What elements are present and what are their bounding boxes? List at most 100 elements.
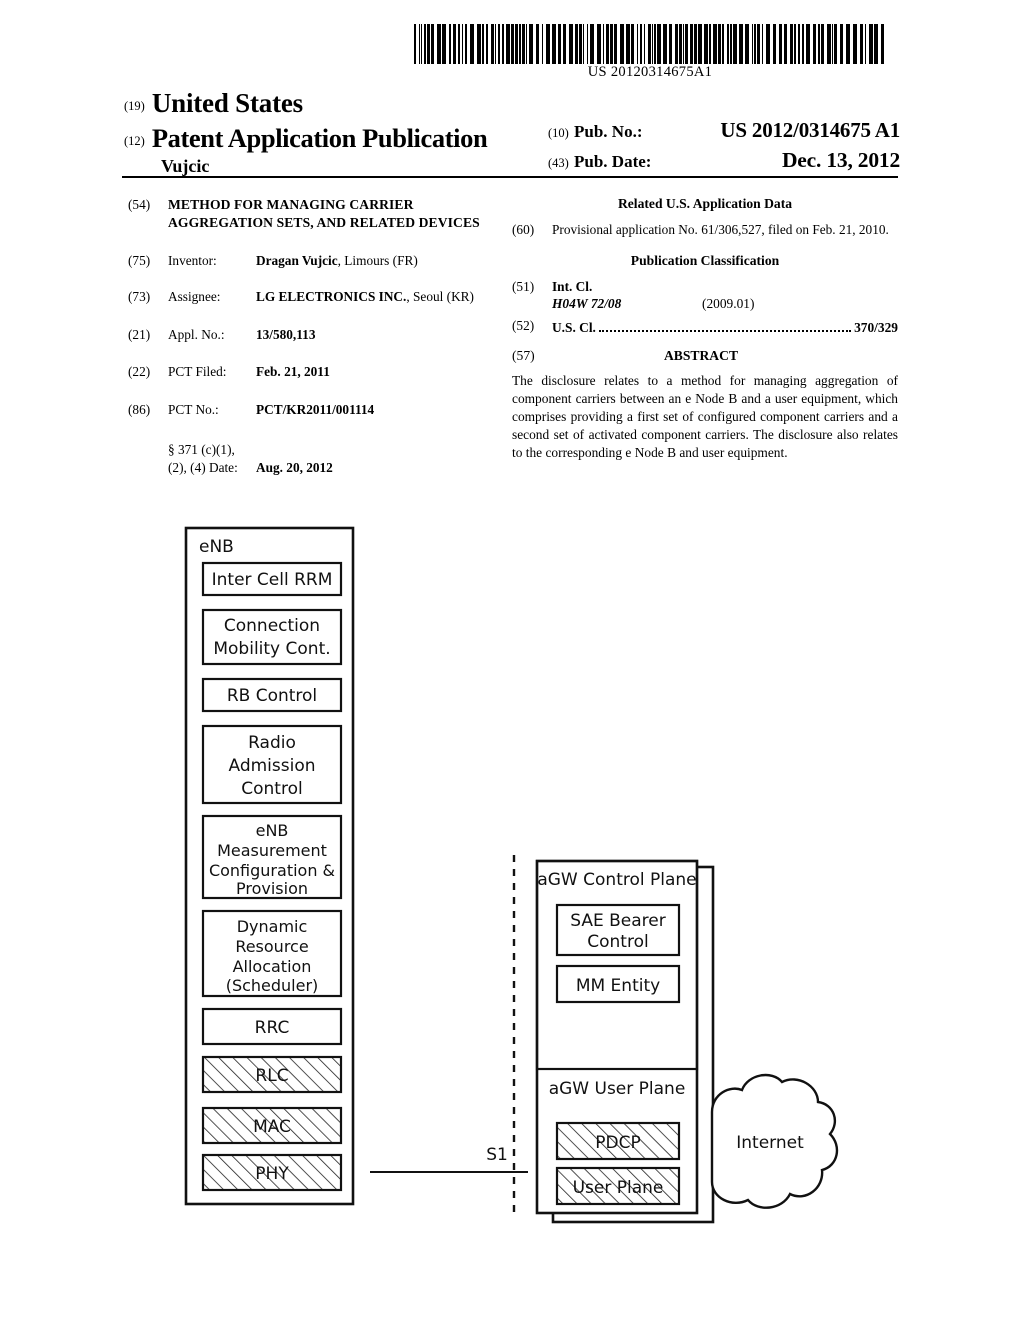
appl-no-value: 13/580,113	[256, 326, 316, 342]
assignee-tag: (73)	[128, 288, 151, 304]
provisional-row: (60) Provisional application No. 61/306,…	[512, 221, 898, 239]
us-cl-tag: (52)	[512, 317, 535, 333]
bibliographic-left-column: (54) METHOD FOR MANAGING CARRIER AGGREGA…	[128, 196, 496, 487]
doctype-line: (12) Patent Application Publication	[124, 123, 544, 154]
country-line: (19) United States	[124, 88, 544, 119]
enb-block-label-3b: Admission	[228, 756, 315, 776]
classification-heading: Publication Classification	[630, 252, 780, 268]
agw-block-label-1: MM Entity	[576, 976, 660, 996]
tag-19: (19)	[124, 99, 145, 113]
pct-no-tag: (86)	[128, 401, 151, 417]
section-371-date: Aug. 20, 2012	[256, 459, 333, 475]
enb-label: eNB	[199, 537, 234, 557]
inventor-label: Inventor:	[168, 253, 217, 269]
us-cl-leader-dots	[598, 322, 852, 332]
barcode	[414, 24, 886, 64]
tag-10: (10)	[548, 126, 569, 140]
publication-header-right: (10) Pub. No.: US 2012/0314675 A1 (43) P…	[548, 118, 900, 178]
enb-block-label-0: Inter Cell RRM	[212, 570, 333, 590]
int-cl-code: H04W 72/08	[552, 296, 622, 312]
invention-title: METHOD FOR MANAGING CARRIER AGGREGATION …	[168, 197, 480, 231]
invention-title-row: (54) METHOD FOR MANAGING CARRIER AGGREGA…	[128, 196, 496, 232]
enb-block-label-1b: Mobility Cont.	[213, 639, 330, 659]
barcode-svg	[414, 24, 884, 64]
int-cl-label: Int. Cl.	[552, 278, 593, 294]
pub-date-value: Dec. 13, 2012	[781, 148, 900, 172]
patent-front-page: US 20120314675A1 (19) United States (12) P…	[0, 0, 1024, 1320]
header-divider	[122, 176, 898, 178]
appl-no-label: Appl. No.:	[168, 326, 225, 342]
enb-block-label-3c: Control	[241, 779, 302, 799]
provisional-tag: (60)	[512, 222, 535, 237]
assignee-bold: LG ELECTRONICS INC.	[256, 288, 407, 304]
pub-date-label: Pub. Date:	[574, 152, 652, 171]
enb-block-label-6: RRC	[255, 1018, 290, 1038]
enb-block-label-5d: (Scheduler)	[226, 976, 319, 995]
enb-block-label-4c: Configuration &	[209, 861, 335, 880]
pub-date-row: (43) Pub. Date: Dec. 13, 2012	[548, 148, 900, 173]
agw-block-label-0a: SAE Bearer	[570, 911, 665, 931]
pct-no-row: (86) PCT No.: PCT/KR2011/001114	[128, 401, 496, 419]
assignee-rest: , Seoul (KR)	[406, 288, 474, 304]
agw-user-block-label-1: User Plane	[573, 1178, 664, 1198]
document-type: Patent Application Publication	[151, 123, 488, 153]
inventor-surname: Vujcic	[161, 156, 210, 176]
bibliographic-right-column: Related U.S. Application Data (60) Provi…	[512, 196, 898, 462]
tag-12: (12)	[124, 134, 145, 148]
enb-block-label-7: RLC	[255, 1066, 288, 1086]
pub-no-value: US 2012/0314675 A1	[720, 118, 900, 142]
us-cl-row: (52) U.S. Cl. 370/329	[512, 317, 898, 337]
enb-block-label-9: PHY	[255, 1164, 289, 1184]
inventor-bold: Dragan Vujcic	[256, 253, 338, 269]
pct-filed-label: PCT Filed:	[168, 364, 227, 380]
enb-block-label-5c: Allocation	[233, 957, 312, 976]
appl-no-tag: (21)	[128, 326, 151, 342]
inventor-value: Dragan Vujcic, Limours (FR)	[256, 252, 496, 270]
int-cl-version: (2009.01)	[702, 296, 755, 312]
us-cl-label: U.S. Cl.	[552, 319, 596, 335]
provisional-text: Provisional application No. 61/306,527, …	[552, 222, 889, 237]
pub-no-label: Pub. No.:	[574, 122, 643, 141]
publication-header-left: (19) United States (12) Patent Application…	[124, 88, 544, 177]
enb-block-label-4a: eNB	[256, 821, 289, 840]
pct-filed-row: (22) PCT Filed: Feb. 21, 2011	[128, 363, 496, 381]
internet-cloud: Internet	[710, 1073, 839, 1209]
abstract-heading: ABSTRACT	[663, 348, 739, 364]
section-371-label: § 371 (c)(1), (2), (4) Date:	[168, 441, 256, 476]
country-name: United States	[151, 88, 303, 118]
abstract-text: The disclosure relates to a method for m…	[512, 373, 898, 460]
abstract-tag: (57)	[512, 348, 535, 364]
inventor-rest: , Limours (FR)	[337, 253, 418, 269]
us-cl-value: 370/329	[854, 319, 898, 335]
agw-block-label-0b: Control	[587, 932, 648, 952]
assignee-label: Assignee:	[168, 288, 221, 304]
pct-filed-value: Feb. 21, 2011	[256, 364, 330, 380]
agw-user-block-label-0: PDCP	[595, 1133, 640, 1153]
pct-no-value: PCT/KR2011/001114	[256, 401, 375, 417]
assignee-row: (73) Assignee: LG ELECTRONICS INC., Seou…	[128, 288, 496, 306]
enb-block-label-4d: Provision	[236, 879, 308, 898]
agw-control-plane-label: aGW Control Plane	[537, 870, 696, 890]
int-cl-tag: (51)	[512, 278, 535, 294]
assignee-value: LG ELECTRONICS INC., Seoul (KR)	[256, 288, 496, 306]
related-data-heading: Related U.S. Application Data	[617, 196, 793, 211]
abstract-heading-row: (57) ABSTRACT	[512, 348, 898, 364]
enb-block-label-5a: Dynamic	[237, 917, 308, 936]
figure-architecture-diagram: Internet eNB Inter Cell RRM Connection M…	[0, 500, 1024, 1260]
tag-43: (43)	[548, 156, 569, 170]
inventor-row: (75) Inventor: Dragan Vujcic, Limours (F…	[128, 252, 496, 270]
enb-block-label-5b: Resource	[235, 937, 308, 956]
enb-block-label-8: MAC	[253, 1117, 291, 1137]
int-cl-code-row: H04W 72/08 (2009.01)	[552, 295, 898, 313]
barcode-number: US 20120314675A1	[587, 64, 713, 80]
pct-no-label: PCT No.:	[168, 401, 219, 417]
section-371-row: § 371 (c)(1), (2), (4) Date: Aug. 20, 20…	[128, 441, 496, 476]
enb-block-label-4b: Measurement	[217, 841, 327, 860]
section-371-line2: (2), (4) Date:	[168, 459, 238, 475]
enb-block-label-2: RB Control	[227, 686, 317, 706]
agw-user-plane-label: aGW User Plane	[549, 1079, 686, 1099]
section-371-line1: § 371 (c)(1),	[168, 442, 235, 458]
pub-no-row: (10) Pub. No.: US 2012/0314675 A1	[548, 118, 900, 143]
inventor-tag: (75)	[128, 253, 151, 269]
internet-label: Internet	[736, 1133, 804, 1153]
